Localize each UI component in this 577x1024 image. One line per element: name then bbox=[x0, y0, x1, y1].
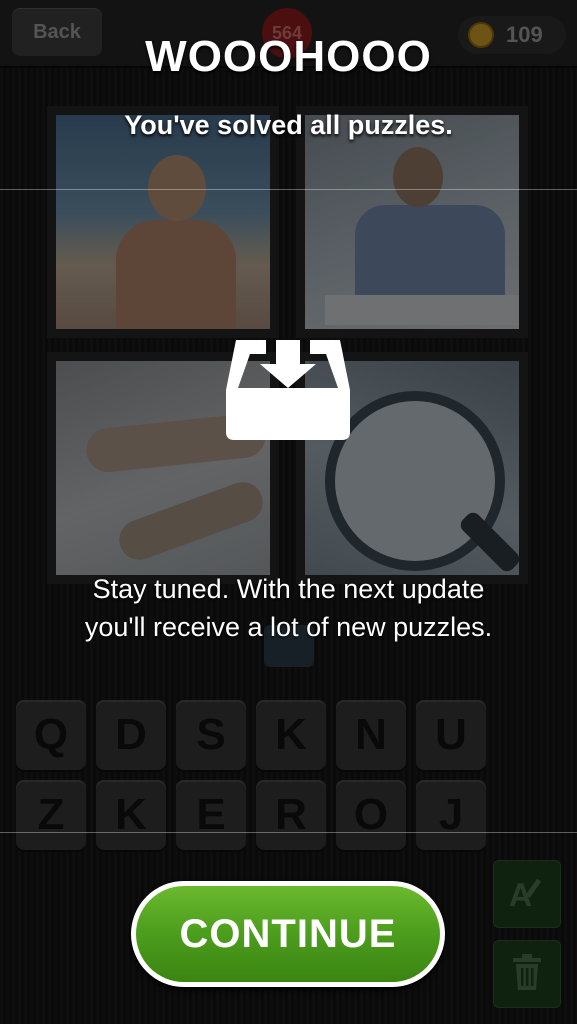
success-overlay bbox=[0, 0, 577, 1024]
overlay-title: WOOOHOOO bbox=[145, 32, 432, 81]
overlay-subtitle: You've solved all puzzles. bbox=[124, 110, 453, 140]
continue-label: CONTINUE bbox=[136, 886, 440, 982]
message-line: Stay tuned. With the next update bbox=[92, 574, 485, 604]
message-line: you'll receive a lot of new puzzles. bbox=[84, 612, 493, 642]
overlay-message: Stay tuned. With the next update you'll … bbox=[30, 570, 547, 646]
divider bbox=[0, 189, 577, 190]
continue-button[interactable]: CONTINUE bbox=[131, 881, 445, 987]
divider bbox=[0, 832, 577, 833]
inbox-download-icon bbox=[226, 336, 350, 440]
